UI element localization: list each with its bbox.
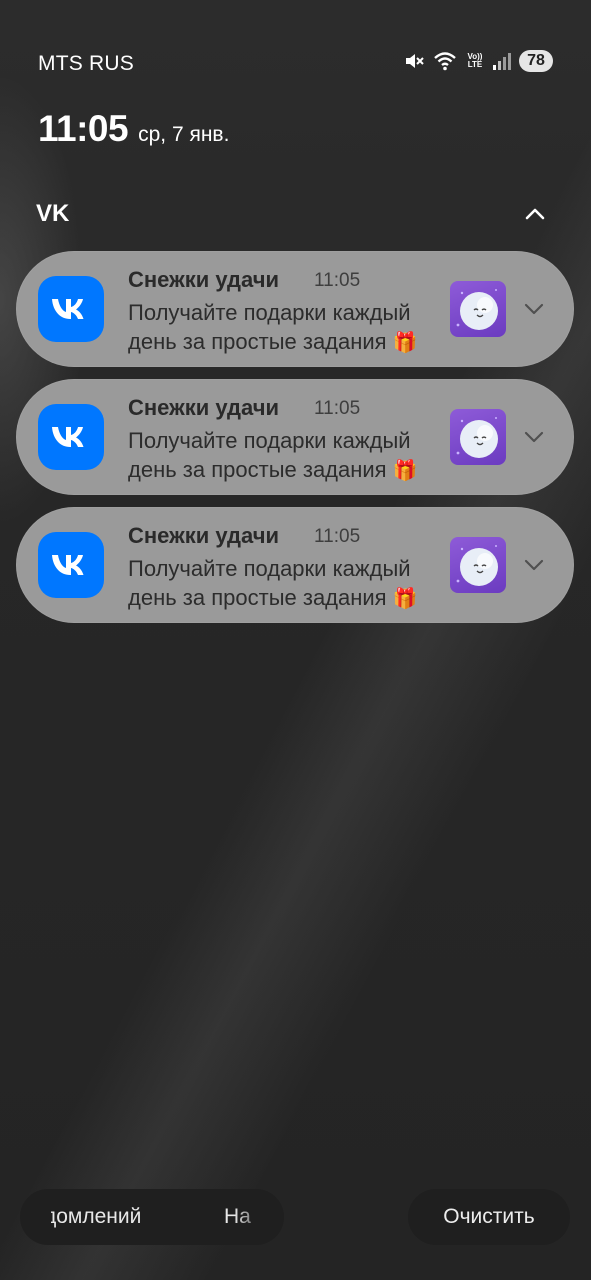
notification-time: 11:05	[314, 526, 361, 547]
clock-row: 11:05 ср, 7 янв.	[38, 108, 229, 150]
gift-emoji: 🎁	[392, 588, 418, 610]
vk-logo-icon	[38, 276, 104, 342]
volte-bottom-label: LTE	[467, 60, 483, 69]
snowball-icon	[450, 281, 506, 337]
notification-title: Снежки удачи	[128, 267, 280, 292]
carrier-name: MTS RUS	[38, 52, 134, 75]
wifi-icon	[433, 50, 457, 72]
notification-time: 11:05	[314, 270, 361, 291]
gift-emoji: 🎁	[392, 332, 418, 354]
mute-icon	[403, 50, 425, 72]
status-bar: MTS RUS Vo)) LTE 78	[38, 48, 553, 84]
notification-text: Получайте подарки каждый день за простые…	[128, 428, 411, 482]
notification-body: Получайте подарки каждый день за простые…	[128, 426, 448, 486]
clear-all-button[interactable]: Очистить	[408, 1189, 570, 1245]
notification-body: Получайте подарки каждый день за простые…	[128, 554, 448, 614]
chevron-up-icon[interactable]	[519, 198, 551, 230]
notification-card[interactable]: Снежки удачи 11:05 Получайте подарки каж…	[16, 379, 574, 495]
chevron-down-icon[interactable]	[522, 297, 546, 321]
notification-settings-pill[interactable]: домлений На	[20, 1189, 284, 1245]
vk-logo-icon	[38, 532, 104, 598]
notification-settings-label[interactable]: домлений	[51, 1205, 141, 1229]
clock: 11:05	[38, 108, 129, 149]
signal-icon	[493, 51, 511, 71]
date: ср, 7 янв.	[138, 123, 230, 146]
chevron-down-icon[interactable]	[522, 553, 546, 577]
notification-title: Снежки удачи	[128, 523, 280, 548]
notification-card[interactable]: Снежки удачи 11:05 Получайте подарки каж…	[16, 507, 574, 623]
snowball-icon	[450, 409, 506, 465]
vk-logo-icon	[38, 404, 104, 470]
notification-title: Снежки удачи	[128, 395, 280, 420]
notification-card[interactable]: Снежки удачи 11:05 Получайте подарки каж…	[16, 251, 574, 367]
notification-text: Получайте подарки каждый день за простые…	[128, 556, 411, 610]
clear-all-label: Очистить	[443, 1205, 535, 1228]
notification-time: 11:05	[314, 398, 361, 419]
status-icons: Vo)) LTE 78	[403, 50, 553, 72]
group-title: VK	[36, 200, 70, 227]
notification-group-header[interactable]: VK	[36, 196, 551, 232]
notification-body: Получайте подарки каждый день за простые…	[128, 298, 448, 358]
volte-indicator: Vo)) LTE	[465, 53, 485, 69]
snowball-icon	[450, 537, 506, 593]
notification-text: Получайте подарки каждый день за простые…	[128, 300, 411, 354]
settings-partial-label[interactable]: На	[224, 1205, 251, 1229]
chevron-down-icon[interactable]	[522, 425, 546, 449]
battery-level: 78	[519, 50, 553, 72]
gift-emoji: 🎁	[392, 460, 418, 482]
